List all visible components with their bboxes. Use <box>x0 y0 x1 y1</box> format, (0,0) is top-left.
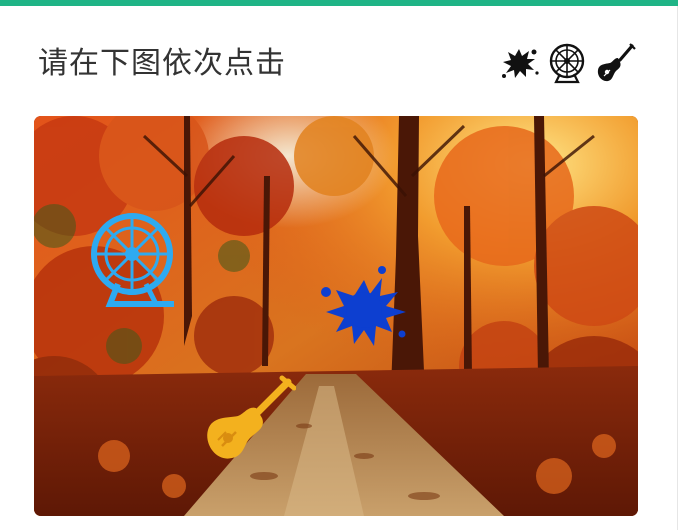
captcha-header: 请在下图依次点击 <box>38 40 638 86</box>
ferris-wheel-icon[interactable] <box>86 212 182 308</box>
captcha-image[interactable] <box>34 116 638 516</box>
ferris-wheel-icon <box>546 42 588 84</box>
accent-bar <box>0 0 678 6</box>
captcha-prompt: 请在下图依次点击 <box>38 46 286 81</box>
paint-splat-icon <box>498 42 540 84</box>
electric-guitar-icon <box>594 42 636 84</box>
paint-splat-icon[interactable] <box>318 262 410 354</box>
electric-guitar-icon[interactable] <box>200 374 296 470</box>
click-captcha: 请在下图依次点击 <box>0 0 678 530</box>
target-sequence <box>498 40 636 86</box>
